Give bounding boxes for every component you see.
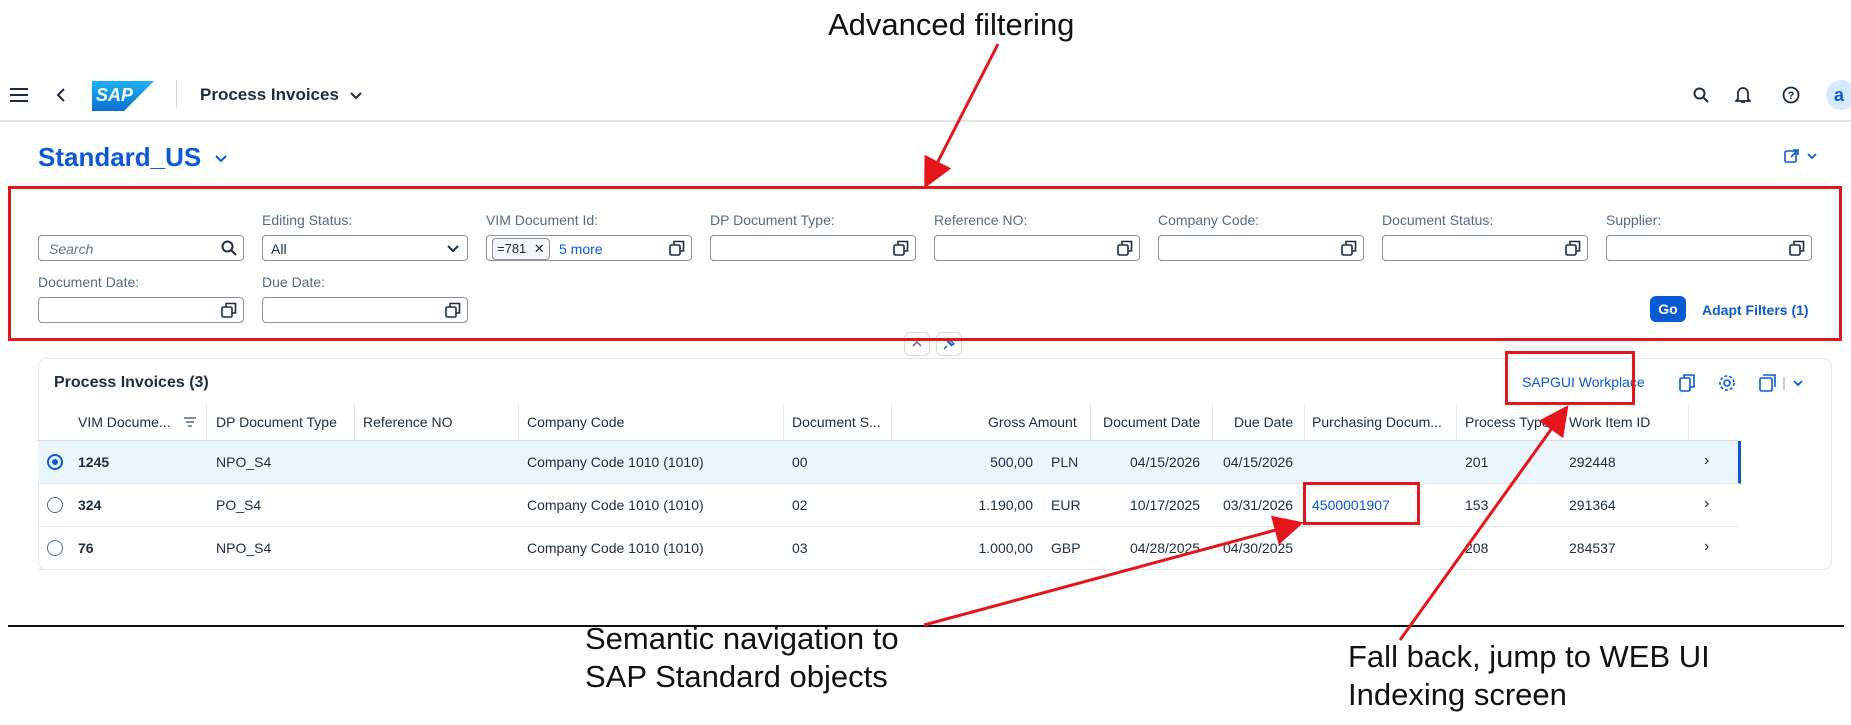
arrow-semantic-navigation: [923, 515, 1304, 627]
arrow-fallback: [1398, 405, 1569, 641]
arrow-advanced-filtering: [924, 43, 1000, 189]
annotation-arrows: [923, 43, 1569, 641]
